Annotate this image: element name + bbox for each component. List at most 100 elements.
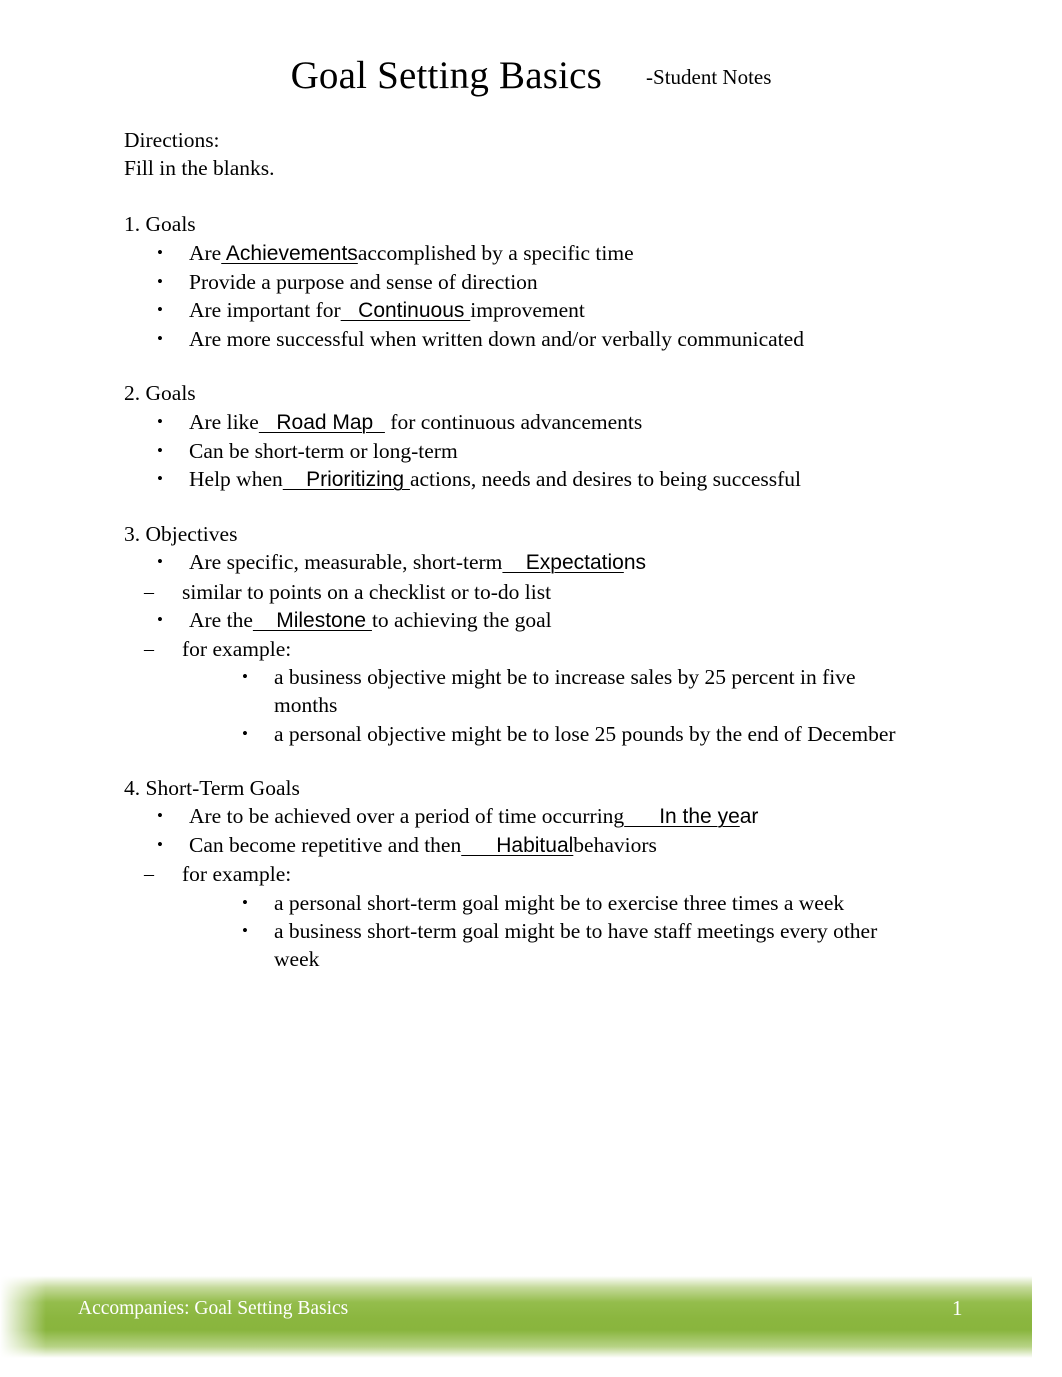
document-body: Directions: Fill in the blanks. 1. Goals… [124,126,914,973]
text-post: actions, needs and desires to being succ… [409,467,802,492]
blank-answer: Prioritizing [282,468,410,492]
list-item: • Are to be achieved over a period of ti… [124,802,914,831]
directions-text-value: Fill in the blanks. [124,156,275,181]
text-pre: Are [189,240,222,265]
text-post: behaviors [573,833,657,858]
bullet-disc-icon: • [242,920,248,940]
list-item: • Can be short-term or long-term [124,437,914,465]
section-heading-3: 3. Objectives [124,522,238,547]
list-item-text: Are like Road Map for continuous advance… [189,410,642,434]
bullet-disc-icon: • [242,892,248,912]
list-item-text: Are specific, measurable, short-term Exp… [189,550,646,574]
title-row: Goal Setting Basics -Student Notes [0,56,1062,95]
section-3-bullets: • Are specific, measurable, short-term E… [124,548,914,577]
bullet-disc-icon: • [157,329,163,349]
list-item-text: Can be short-term or long-term [189,438,458,463]
list-item-text: Can become repetitive and then Habitualb… [189,833,657,857]
bullet-disc-icon: • [242,667,248,687]
text-post: to achieving the goal [371,607,552,632]
list-item: • a business short-term goal might be to… [220,917,914,973]
list-item-text: Are more successful when written down an… [189,327,804,352]
list-item-text: a personal short-term goal might be to e… [274,890,845,915]
section-3-bullets-b: • Are the Milestone to achieving the goa… [124,606,914,635]
bullet-disc-icon: • [157,242,163,262]
list-item: • Are more successful when written down … [124,325,914,353]
bullet-disc-icon: • [157,609,163,629]
list-item: • Are Achievementsaccomplished by a spec… [124,239,914,268]
document-page: Goal Setting Basics -Student Notes Direct… [0,0,1062,1377]
list-item: • Can become repetitive and then Habitua… [124,831,914,860]
list-item-text: Provide a purpose and sense of direction [189,269,538,294]
section-4-subbullets: – for example: [124,860,914,888]
blank-answer: Continuous [340,299,471,323]
directions-label-text: Directions: [124,128,220,152]
bullet-disc-icon: • [242,723,248,743]
list-item: – for example: [124,860,914,888]
section-3-examples: • a business objective might be to incre… [220,663,914,748]
text-post: improvement [470,298,585,323]
section-heading-1: 1. Goals [124,212,196,237]
text-pre: Are important for [189,298,341,323]
blank-answer-tail: ar [739,805,759,829]
directions-text: Fill in the blanks. [124,154,914,182]
blank-answer: Habitual [461,834,574,858]
list-item-text: for example: [182,862,292,887]
bullet-disc-icon: • [157,835,163,855]
section-4-examples-wrap: • a personal short-term goal might be to… [124,889,914,974]
list-item-text: Help when Prioritizing actions, needs an… [189,467,801,491]
footer-text: Accompanies: Goal Setting Basics [78,1298,349,1319]
directions-label: Directions: [124,126,914,154]
text-pre: Are the [189,607,253,632]
blank-answer-tail: ns [623,551,647,575]
text-post: accomplished by a specific time [357,240,634,265]
bullet-disc-icon: • [157,806,163,826]
list-item-text: Are Achievementsaccomplished by a specif… [189,241,634,265]
list-item: • a personal short-term goal might be to… [220,889,914,917]
list-item: • Provide a purpose and sense of directi… [124,268,914,296]
list-item-text: Are to be achieved over a period of time… [189,804,758,828]
section-1-bullets: • Are Achievementsaccomplished by a spec… [124,239,914,354]
section-4-examples: • a personal short-term goal might be to… [220,889,914,974]
section-3-subbullets-b: – for example: [124,635,914,663]
blank-answer: Achievements [221,241,358,265]
blank-answer: In the ye [624,805,740,829]
page-subtitle: -Student Notes [646,65,772,89]
text-pre: Are like [189,409,259,434]
list-item-text: for example: [182,637,292,662]
footer-banner: Accompanies: Goal Setting Basics 1 [0,1276,1032,1358]
list-item-text: a personal objective might be to lose 25… [274,721,896,746]
bullet-disc-icon: • [157,440,163,460]
page-title: Goal Setting Basics [290,54,603,97]
text-pre: Are to be achieved over a period of time… [189,804,625,829]
bullet-dash-icon: – [144,638,154,661]
bullet-disc-icon: • [157,469,163,489]
list-item: • Are the Milestone to achieving the goa… [124,606,914,635]
blank-answer: Milestone [252,608,372,632]
bullet-disc-icon: • [157,552,163,572]
text-pre: Are specific, measurable, short-term [189,550,503,575]
list-item: • a personal objective might be to lose … [220,720,914,748]
footer-page-number: 1 [952,1296,963,1320]
list-item: • Help when Prioritizing actions, needs … [124,465,914,494]
list-item: • Are important for Continuous improveme… [124,296,914,325]
section-3-examples-wrap: • a business objective might be to incre… [124,663,914,748]
list-item-text: a business short-term goal might be to h… [274,918,878,972]
section-2-bullets: • Are like Road Map for continuous advan… [124,408,914,495]
blank-answer: Expectatio [502,551,624,575]
section-3-subbullets-a: – similar to points on a checklist or to… [124,578,914,606]
text-pre: Can become repetitive and then [189,833,462,858]
bullet-disc-icon: • [157,300,163,320]
list-item: • Are specific, measurable, short-term E… [124,548,914,577]
blank-answer: Road Map [258,410,385,434]
list-item-text: a business objective might be to increas… [274,665,856,718]
bullet-dash-icon: – [144,863,154,886]
bullet-dash-icon: – [144,580,154,603]
section-4-bullets: • Are to be achieved over a period of ti… [124,802,914,860]
list-item: – similar to points on a checklist or to… [124,578,914,606]
list-item: – for example: [124,635,914,663]
list-item-text: Are the Milestone to achieving the goal [189,608,552,632]
